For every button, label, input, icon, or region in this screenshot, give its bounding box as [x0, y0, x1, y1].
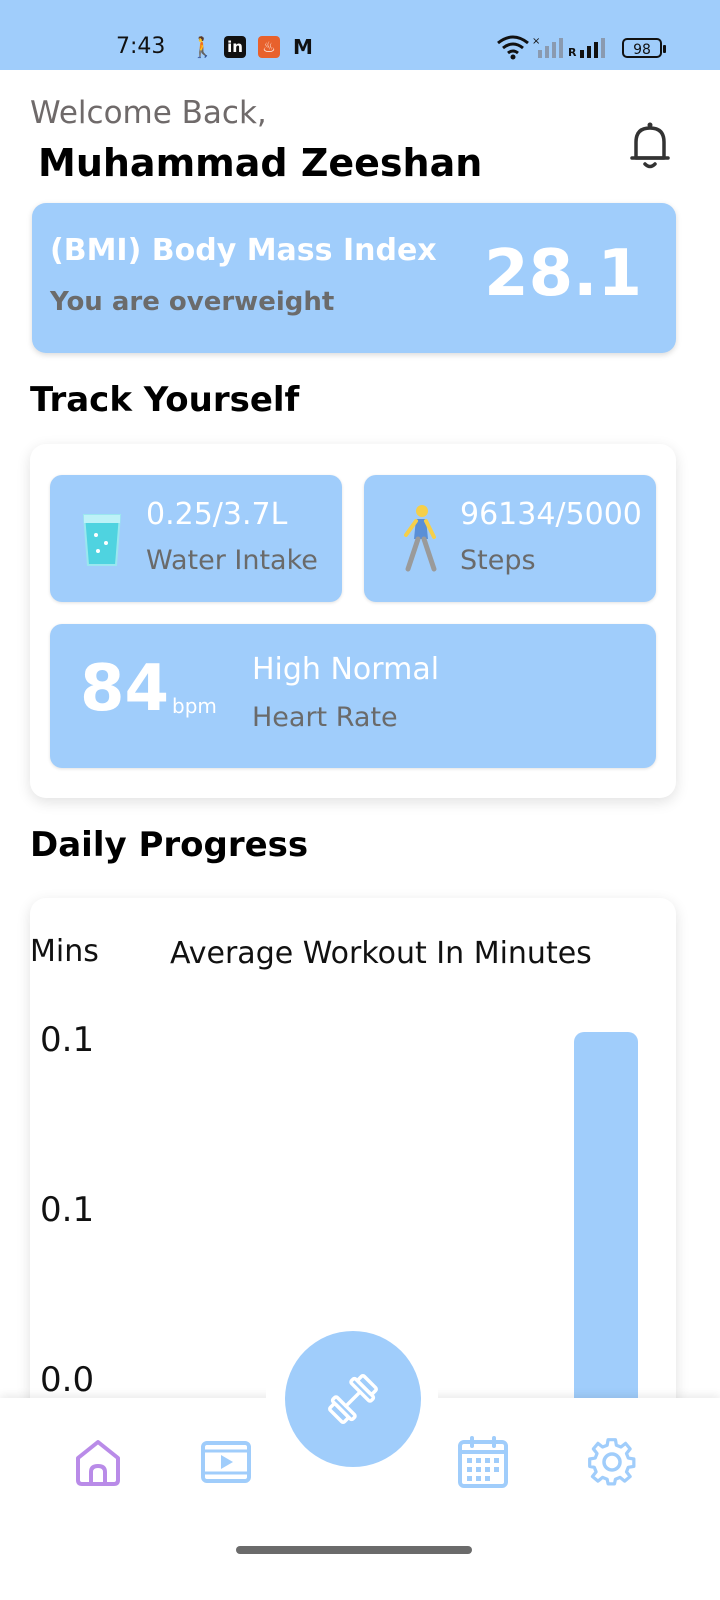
wifi-icon	[497, 35, 529, 60]
bmi-status: You are overweight	[50, 287, 335, 317]
svg-text:×: ×	[532, 36, 540, 47]
user-name: Muhammad Zeeshan	[38, 141, 483, 185]
chart-ylabel: Mins	[30, 934, 99, 969]
home-icon[interactable]	[72, 1436, 124, 1488]
heart-rate-status: High Normal	[252, 652, 440, 687]
runner-icon: 🚶	[190, 35, 215, 59]
signal-icon: ×	[532, 36, 563, 58]
y-tick-label: 0.1	[40, 1190, 95, 1230]
workout-fab[interactable]	[285, 1331, 421, 1467]
steps-value: 96134/5000	[460, 497, 642, 532]
welcome-text: Welcome Back,	[30, 95, 267, 131]
steps-tile[interactable]: 96134/5000 Steps	[364, 475, 656, 602]
steps-label: Steps	[460, 545, 536, 576]
battery-icon: 98	[622, 38, 666, 58]
bell-icon[interactable]	[628, 120, 672, 170]
water-glass-icon	[82, 514, 122, 566]
status-bar: 7:43 🚶 in ♨ M × R 98	[0, 0, 720, 70]
heart-rate-unit: bpm	[172, 694, 217, 718]
track-section-title: Track Yourself	[30, 380, 300, 420]
heart-rate-value: 84	[80, 652, 170, 726]
heart-rate-tile[interactable]: 84 bpm High Normal Heart Rate	[50, 624, 656, 768]
water-label: Water Intake	[146, 545, 318, 576]
y-tick-label: 0.0	[40, 1360, 95, 1400]
bmi-title: (BMI) Body Mass Index	[50, 233, 437, 268]
y-tick-label: 0.1	[40, 1020, 95, 1060]
chart-bar	[574, 1032, 639, 1432]
svg-text:R: R	[568, 46, 577, 58]
water-value: 0.25/3.7L	[146, 497, 288, 532]
dumbbell-icon	[328, 1374, 378, 1424]
status-time: 7:43	[116, 34, 166, 59]
bmi-card[interactable]: (BMI) Body Mass Index You are overweight…	[32, 203, 676, 353]
track-card: 0.25/3.7L Water Intake 96134/5000 Steps …	[30, 444, 676, 798]
gmail-icon: M	[293, 35, 313, 59]
signal-icon: R	[568, 38, 605, 58]
water-intake-tile[interactable]: 0.25/3.7L Water Intake	[50, 475, 342, 602]
walking-person-icon	[404, 505, 437, 572]
progress-section-title: Daily Progress	[30, 825, 309, 865]
home-indicator[interactable]	[236, 1546, 472, 1554]
bmi-value: 28.1	[484, 237, 642, 311]
calendar-icon[interactable]	[457, 1436, 509, 1488]
linkedin-icon: in	[224, 36, 246, 58]
fire-icon: ♨	[258, 36, 280, 58]
gear-icon[interactable]	[586, 1436, 638, 1488]
heart-rate-label: Heart Rate	[252, 702, 398, 733]
chart-title: Average Workout In Minutes	[170, 936, 592, 971]
video-icon[interactable]	[200, 1436, 252, 1488]
